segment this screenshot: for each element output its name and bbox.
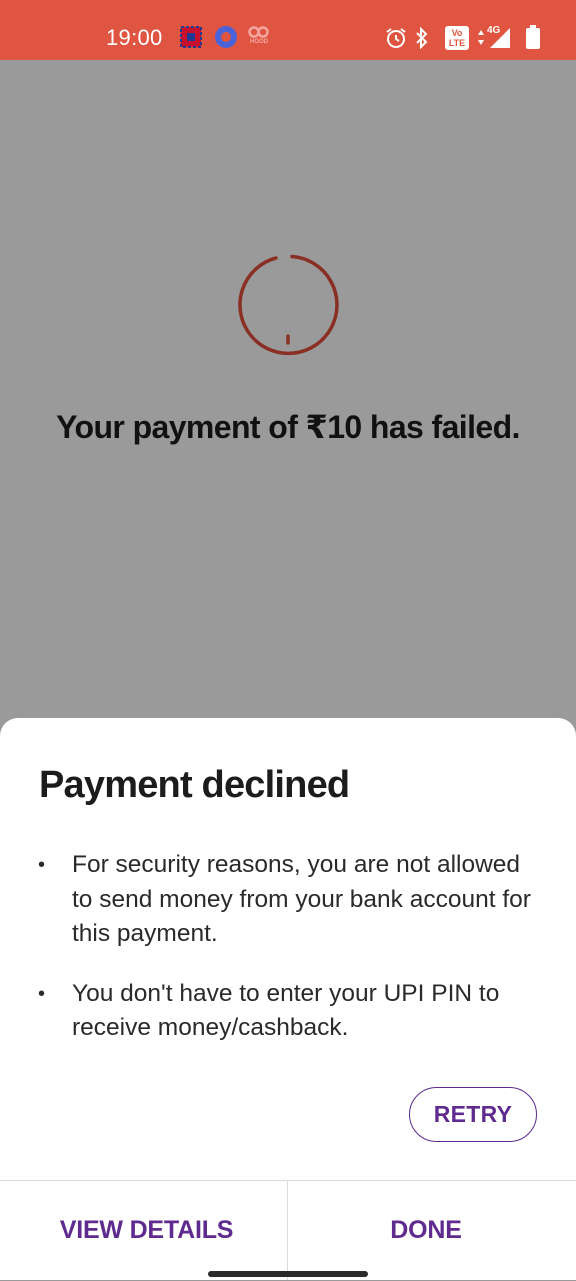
- hood-app-icon: HOOD: [247, 26, 271, 48]
- sheet-title: Payment declined: [39, 764, 350, 806]
- bluetooth-icon: [414, 27, 430, 49]
- alarm-icon: [385, 27, 407, 49]
- decline-reasons-list: • For security reasons, you are not allo…: [0, 848, 576, 1071]
- volte-label: Vo LTE: [448, 28, 466, 48]
- signal-icon: [489, 27, 511, 49]
- reason-text: You don't have to enter your UPI PIN to …: [72, 979, 500, 1042]
- home-indicator[interactable]: [208, 1271, 368, 1277]
- bullet: •: [38, 982, 46, 1005]
- bullet: •: [38, 854, 46, 876]
- loading-spinner-icon: [236, 253, 340, 357]
- status-time: 19:00: [106, 25, 163, 50]
- hood-label: HOOD: [250, 39, 268, 45]
- payment-failed-message: Your payment of ₹10 has failed.: [56, 409, 520, 445]
- reason-text: For security reasons, you are not allowe…: [72, 851, 531, 947]
- list-item: • You don't have to enter your UPI PIN t…: [0, 977, 576, 1046]
- view-details-button[interactable]: VIEW DETAILS: [0, 1181, 287, 1280]
- done-button[interactable]: DONE: [288, 1181, 564, 1280]
- volte-icon: Vo LTE: [445, 26, 469, 50]
- list-item: • For security reasons, you are not allo…: [0, 848, 576, 952]
- bank-app-icon: [180, 26, 202, 48]
- sheet-footer: VIEW DETAILS DONE: [0, 1180, 576, 1281]
- retry-button[interactable]: RETRY: [409, 1087, 537, 1142]
- battery-icon: [525, 25, 541, 49]
- payment-status-backdrop: [0, 60, 576, 720]
- payment-declined-sheet: Payment declined • For security reasons,…: [0, 718, 576, 1280]
- status-bar: 19:00 HOOD Vo LTE 4G: [0, 0, 576, 60]
- settings-app-icon: [213, 24, 239, 48]
